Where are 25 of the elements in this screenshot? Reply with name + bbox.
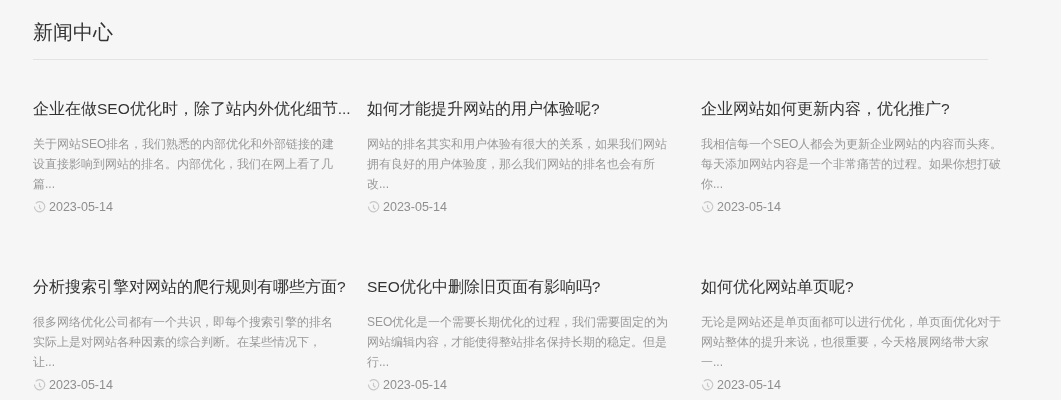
article-date: 2023-05-14 — [383, 200, 447, 214]
article-date: 2023-05-14 — [383, 378, 447, 392]
article-title[interactable]: 企业在做SEO优化时，除了站内外优化细节... — [33, 98, 367, 120]
article-date: 2023-05-14 — [49, 200, 113, 214]
article-date: 2023-05-14 — [49, 378, 113, 392]
article-summary: 无论是网站还是单页面都可以进行优化，单页面优化对于网站整体的提升来说，也很重要，今天格展网络带大家一... — [701, 314, 1002, 371]
article-summary: 很多网络优化公司都有一个共识，即每个搜索引擎的排名实际上是对网站各种因素的综合判断。在某些情况下，让... — [33, 314, 334, 371]
clock-icon — [33, 378, 46, 392]
article-title[interactable]: 如何优化网站单页呢? — [701, 276, 1003, 298]
article-title[interactable]: 企业网站如何更新内容，优化推广? — [701, 98, 1003, 120]
article-date: 2023-05-14 — [717, 378, 781, 392]
section-heading: 新闻中心 — [33, 20, 114, 45]
article-summary: 我相信每一个SEO人都会为更新企业网站的内容而头疼。每天添加网站内容是一个非常痛苦的过程。如果你想打破你... — [701, 136, 1003, 193]
clock-icon — [367, 378, 380, 392]
article-title[interactable]: SEO优化中删除旧页面有影响吗? — [367, 276, 701, 298]
clock-icon — [701, 200, 714, 214]
clock-icon — [33, 200, 46, 214]
article-summary: 关于网站SEO排名，我们熟悉的内部优化和外部链接的建设直接影响到网站的排名。内部优化，我们在网上看了几篇... — [33, 136, 335, 193]
article-summary: SEO优化是一个需要长期优化的过程，我们需要固定的为网站编辑内容，才能使得整站排名保持长期的稳定。但是行... — [367, 314, 669, 371]
article-date: 2023-05-14 — [717, 200, 781, 214]
article-summary: 网站的排名其实和用户体验有很大的关系，如果我们网站拥有良好的用户体验度，那么我们网站的排名也会有所改... — [367, 136, 668, 193]
clock-icon — [701, 378, 714, 392]
article-title[interactable]: 如何才能提升网站的用户体验呢? — [367, 98, 701, 120]
clock-icon — [367, 200, 380, 214]
article-title[interactable]: 分析搜索引擎对网站的爬行规则有哪些方面? — [33, 276, 367, 298]
